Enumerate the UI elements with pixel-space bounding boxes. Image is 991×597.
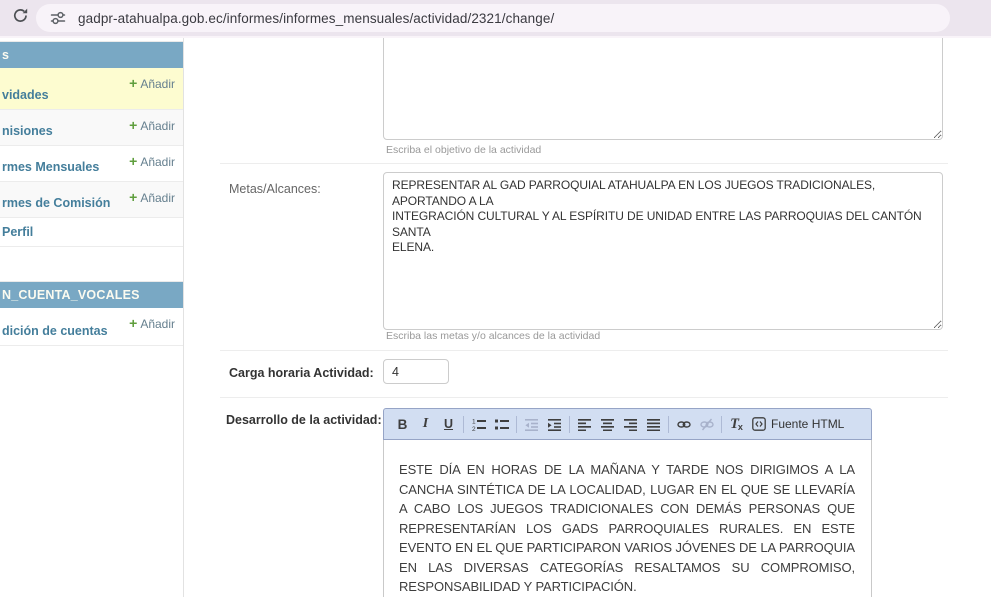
add-informe-comision-link[interactable]: +Añadir	[129, 189, 175, 205]
bold-button[interactable]: B	[391, 412, 414, 436]
sidebar-item-informes-comision[interactable]: rmes de Comisión	[2, 196, 110, 210]
carga-horaria-input[interactable]	[383, 359, 449, 384]
sidebar-item-perfil[interactable]: Perfil	[2, 225, 33, 239]
sidebar-row-rendicion-cuentas: dición de cuentas +Añadir	[0, 308, 183, 346]
rich-text-editor: B I U 12	[383, 408, 872, 597]
decrease-indent-icon	[525, 418, 538, 431]
svg-text:1: 1	[472, 418, 476, 425]
align-right-icon	[624, 418, 637, 431]
toolbar-separator	[516, 416, 517, 433]
link-button[interactable]	[672, 412, 695, 436]
sidebar-item-informes-mensuales[interactable]: rmes Mensuales	[2, 160, 99, 174]
desarrollo-label: Desarrollo de la actividad:	[226, 413, 382, 427]
sidebar-row-informes-comision: rmes de Comisión +Añadir	[0, 182, 183, 218]
sidebar-module-header: s	[0, 42, 183, 68]
add-actividad-link[interactable]: +Añadir	[129, 75, 175, 91]
editor-toolbar: B I U 12	[383, 408, 872, 440]
align-left-button[interactable]	[573, 412, 596, 436]
metas-textarea[interactable]: REPRESENTAR AL GAD PARROQUIAL ATAHUALPA …	[383, 172, 943, 330]
underline-button[interactable]: U	[437, 412, 460, 436]
align-right-button[interactable]	[619, 412, 642, 436]
unlink-icon	[700, 418, 714, 431]
link-icon	[677, 418, 691, 431]
site-settings-icon[interactable]	[50, 10, 66, 26]
align-center-icon	[601, 418, 614, 431]
bulleted-list-icon	[495, 418, 509, 431]
svg-text:2: 2	[472, 426, 476, 431]
editor-content-area[interactable]: ESTE DÍA EN HORAS DE LA MAÑANA Y TARDE N…	[383, 440, 872, 597]
plus-icon: +	[129, 75, 137, 91]
change-form: Escriba el objetivo de la actividad Meta…	[184, 38, 991, 597]
browser-toolbar: gadpr-atahualpa.gob.ec/informes/informes…	[0, 0, 991, 36]
sidebar-item-comisiones[interactable]: nisiones	[2, 124, 53, 138]
numbered-list-icon: 12	[472, 418, 486, 431]
sidebar-module-rendicion-cuenta-vocales: N_CUENTA_VOCALES dición de cuentas +Añad…	[0, 281, 183, 346]
plus-icon: +	[129, 189, 137, 205]
toolbar-separator	[721, 416, 722, 433]
plus-icon: +	[129, 315, 137, 331]
toolbar-separator	[463, 416, 464, 433]
page: gadpr-atahualpa.gob.ec/informes/informes…	[0, 0, 991, 597]
add-informe-mensual-link[interactable]: +Añadir	[129, 153, 175, 169]
desarrollo-paragraph: ESTE DÍA EN HORAS DE LA MAÑANA Y TARDE N…	[399, 460, 855, 597]
sidebar-row-perfil: Perfil	[0, 218, 183, 247]
form-row-divider	[220, 163, 948, 164]
plus-icon: +	[129, 153, 137, 169]
objetivo-textarea[interactable]	[383, 38, 943, 140]
bulleted-list-button[interactable]	[490, 412, 513, 436]
form-row-divider	[220, 350, 948, 351]
decrease-indent-button[interactable]	[520, 412, 543, 436]
objetivo-help-text: Escriba el objetivo de la actividad	[386, 144, 541, 156]
source-html-label: Fuente HTML	[771, 417, 844, 431]
sidebar-module-header-label: s	[2, 48, 9, 62]
sidebar-module-header-label: N_CUENTA_VOCALES	[2, 288, 140, 302]
url-text[interactable]: gadpr-atahualpa.gob.ec/informes/informes…	[78, 11, 554, 26]
add-rendicion-link[interactable]: +Añadir	[129, 315, 175, 331]
sidebar-module-header: N_CUENTA_VOCALES	[0, 282, 183, 308]
add-comision-link[interactable]: +Añadir	[129, 117, 175, 133]
sidebar-item-rendicion-cuentas[interactable]: dición de cuentas	[2, 324, 108, 338]
source-html-button[interactable]: Fuente HTML	[748, 412, 848, 436]
carga-horaria-label: Carga horaria Actividad:	[229, 366, 374, 380]
unlink-button[interactable]	[695, 412, 718, 436]
sidebar-row-informes-mensuales: rmes Mensuales +Añadir	[0, 146, 183, 182]
sidebar-row-actividades: vidades +Añadir	[0, 68, 183, 110]
toolbar-separator	[569, 416, 570, 433]
align-center-button[interactable]	[596, 412, 619, 436]
plus-icon: +	[129, 117, 137, 133]
reload-icon	[12, 7, 29, 29]
toolbar-separator	[668, 416, 669, 433]
italic-button[interactable]: I	[414, 412, 437, 436]
source-html-icon	[752, 417, 766, 431]
reload-button[interactable]	[8, 6, 32, 30]
justify-icon	[647, 418, 660, 431]
metas-label: Metas/Alcances:	[229, 182, 321, 196]
sidebar-item-actividades[interactable]: vidades	[2, 88, 49, 102]
address-bar[interactable]: gadpr-atahualpa.gob.ec/informes/informes…	[36, 4, 950, 32]
sidebar-row-comisiones: nisiones +Añadir	[0, 110, 183, 146]
metas-help-text: Escriba las metas y/o alcances de la act…	[386, 330, 600, 342]
increase-indent-icon	[548, 418, 561, 431]
toolbar-bottom-edge	[0, 36, 991, 38]
justify-button[interactable]	[642, 412, 665, 436]
align-left-icon	[578, 418, 591, 431]
sidebar-module-informes-mensuales: s vidades +Añadir nisiones +Añadir rmes …	[0, 41, 183, 247]
sidebar: s vidades +Añadir nisiones +Añadir rmes …	[0, 38, 184, 597]
numbered-list-button[interactable]: 12	[467, 412, 490, 436]
form-row-divider	[220, 397, 948, 398]
remove-format-button[interactable]: Tx	[725, 412, 748, 436]
increase-indent-button[interactable]	[543, 412, 566, 436]
